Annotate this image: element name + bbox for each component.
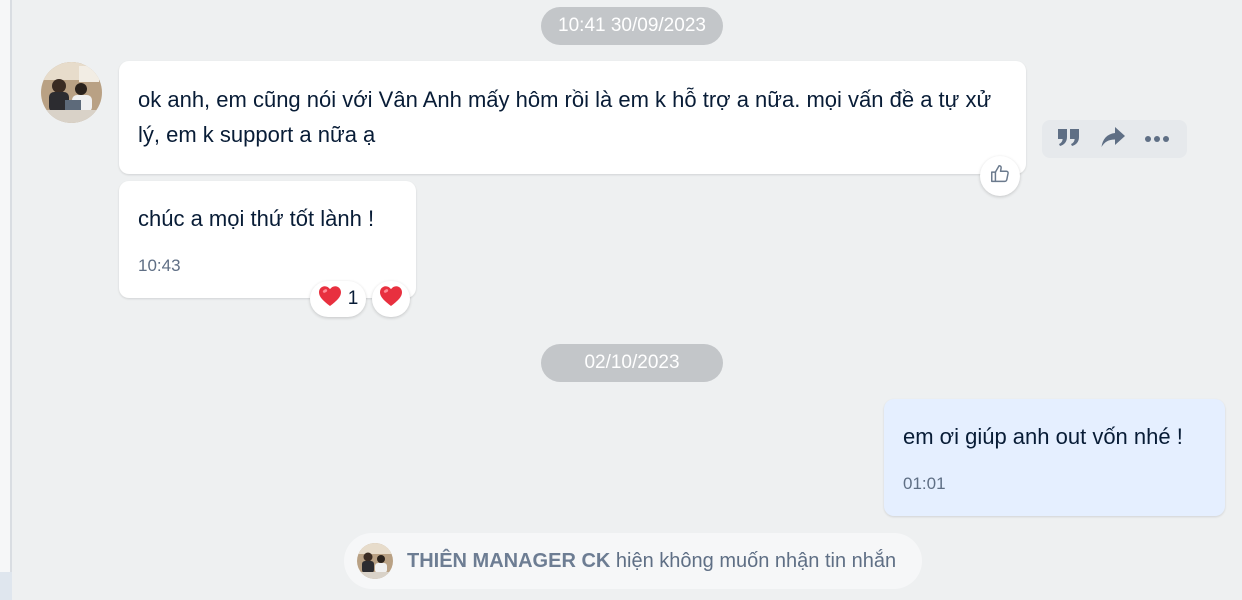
heart-icon — [318, 285, 342, 313]
blocked-messages-notice: THIÊN MANAGER CK hiện không muốn nhận ti… — [344, 533, 922, 589]
message-text: chúc a mọi thứ tốt lành ! — [138, 206, 375, 231]
quote-button[interactable] — [1050, 120, 1088, 158]
sender-avatar[interactable] — [41, 62, 102, 123]
message-actions-toolbar — [1042, 120, 1187, 158]
left-panel-edge — [0, 0, 12, 600]
add-reaction-button[interactable] — [372, 281, 410, 317]
more-dots-icon — [1144, 130, 1170, 148]
left-panel-corner — [0, 572, 12, 600]
message-text: em ơi giúp anh out vốn nhé ! — [903, 424, 1183, 449]
notice-message: hiện không muốn nhận tin nhắn — [610, 550, 897, 572]
reaction-count: 1 — [347, 288, 359, 309]
heart-icon — [379, 285, 403, 313]
thumbs-up-icon — [989, 163, 1011, 190]
message-bubble-received[interactable]: chúc a mọi thứ tốt lành ! 10:43 — [119, 181, 416, 298]
date-separator: 02/10/2023 — [541, 344, 723, 382]
message-text: ok anh, em cũng nói với Vân Anh mấy hôm … — [138, 87, 992, 147]
message-bubble-sent[interactable]: em ơi giúp anh out vốn nhé ! 01:01 — [884, 399, 1225, 516]
message-bubble-received[interactable]: ok anh, em cũng nói với Vân Anh mấy hôm … — [119, 61, 1026, 174]
more-button[interactable] — [1138, 120, 1176, 158]
notice-sender-name[interactable]: THIÊN MANAGER CK — [407, 550, 610, 572]
like-button[interactable] — [980, 156, 1020, 196]
forward-button[interactable] — [1094, 120, 1132, 158]
forward-icon — [1100, 126, 1126, 153]
date-separator: 10:41 30/09/2023 — [541, 7, 723, 45]
message-time: 10:43 — [138, 256, 181, 275]
reaction-summary[interactable]: 1 — [310, 281, 366, 317]
message-time: 01:01 — [903, 474, 946, 493]
notice-avatar[interactable] — [357, 543, 393, 579]
notice-text: THIÊN MANAGER CK hiện không muốn nhận ti… — [407, 533, 896, 589]
quote-icon — [1057, 127, 1081, 152]
